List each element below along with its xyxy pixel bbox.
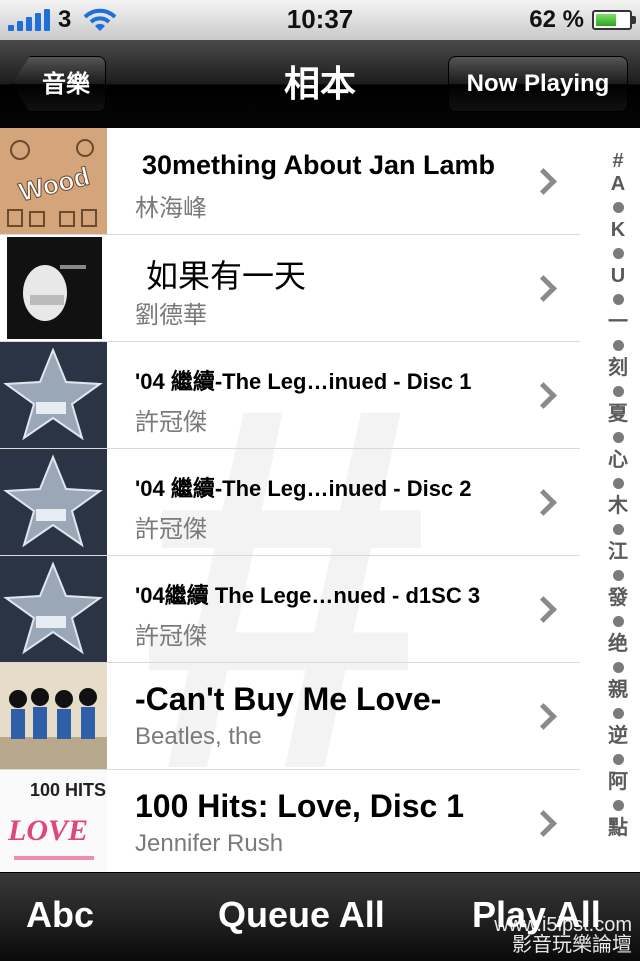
index-letter[interactable]: K [611, 219, 625, 242]
chevron-right-icon [534, 701, 552, 731]
album-art: 100 HITS LOVE [0, 770, 107, 872]
album-title: -Can't Buy Me Love- [135, 681, 442, 717]
index-letter[interactable]: 夏 [608, 403, 628, 426]
list-item[interactable]: 100 HITS LOVE 100 Hits: Love, Disc 1 Jen… [0, 770, 580, 872]
album-artist: 許冠傑 [135, 623, 207, 650]
index-separator-dot[interactable] [612, 754, 624, 765]
list-item[interactable]: Wood 30mething About Jan Lamb 林海峰 [0, 128, 580, 235]
album-art [0, 449, 107, 555]
index-letter[interactable]: 親 [608, 679, 628, 702]
list-item[interactable]: -Can't Buy Me Love- Beatles, the [0, 663, 580, 770]
album-artist: Beatles, the [135, 723, 262, 750]
index-letter[interactable]: 點 [608, 817, 628, 840]
index-separator-dot[interactable] [612, 800, 624, 811]
list-item[interactable]: '04 繼續-The Leg…inued - Disc 2 許冠傑 [0, 449, 580, 556]
album-art [0, 342, 107, 448]
index-letter[interactable]: 發 [608, 587, 628, 610]
album-artist: 林海峰 [135, 195, 207, 222]
album-list[interactable]: # Wood 30mething About Jan Lamb 林海峰 如果有一… [0, 128, 640, 872]
index-separator-dot[interactable] [612, 432, 624, 443]
abc-button[interactable]: Abc [26, 873, 94, 957]
chevron-right-icon [534, 594, 552, 624]
album-title: '04 繼續-The Leg…inued - Disc 1 [135, 369, 472, 394]
album-art [0, 663, 107, 769]
index-letter[interactable]: 刻 [608, 357, 628, 380]
section-index[interactable]: # A K U 一刻夏心木江發绝親逆阿點 [596, 150, 640, 840]
index-separator-dot[interactable] [612, 708, 624, 719]
index-separator-dot[interactable] [612, 294, 624, 305]
album-title: '04 繼續-The Leg…inued - Disc 2 [135, 476, 472, 501]
index-separator-dot[interactable] [612, 524, 624, 535]
index-separator-dot[interactable] [612, 616, 624, 627]
index-separator-dot[interactable] [612, 202, 624, 213]
list-item[interactable]: 如果有一天 劉德華 [0, 235, 580, 342]
index-letter[interactable]: U [611, 265, 625, 288]
now-playing-button[interactable]: Now Playing [448, 56, 628, 112]
album-title: 30mething About Jan Lamb [142, 150, 496, 180]
album-art [0, 235, 107, 341]
status-bar: 3 10:37 62 % [0, 0, 640, 40]
chevron-right-icon [534, 380, 552, 410]
queue-all-button[interactable]: Queue All [218, 873, 385, 957]
site-watermark: www.i5ipst.com 影音玩樂論壇 [494, 914, 632, 956]
battery-percent: 62 % [529, 6, 584, 33]
chevron-right-icon [534, 166, 552, 196]
index-letter[interactable]: 阿 [608, 771, 628, 794]
album-art [0, 556, 107, 662]
bottom-toolbar: Abc Queue All Play All www.i5ipst.com 影音… [0, 872, 640, 961]
chevron-right-icon [534, 487, 552, 517]
list-item[interactable]: '04 繼續-The Leg…inued - Disc 1 許冠傑 [0, 342, 580, 449]
album-artist: 許冠傑 [135, 516, 207, 543]
navigation-bar: 音樂 相本 Now Playing [0, 40, 640, 129]
album-artist: Jennifer Rush [135, 830, 284, 857]
album-title: 100 Hits: Love, Disc 1 [135, 788, 465, 824]
svg-text:100 HITS: 100 HITS [30, 780, 106, 800]
list-item[interactable]: '04繼續 The Lege…nued - d1SC 3 許冠傑 [0, 556, 580, 663]
index-letter[interactable]: 绝 [608, 633, 628, 656]
chevron-right-icon [534, 808, 552, 838]
battery-icon [592, 10, 636, 30]
index-letter[interactable]: 一 [608, 311, 628, 334]
index-separator-dot[interactable] [612, 478, 624, 489]
index-separator-dot[interactable] [612, 662, 624, 673]
index-separator-dot[interactable] [612, 570, 624, 581]
album-artist: 許冠傑 [135, 409, 207, 436]
index-letter[interactable]: 江 [608, 541, 628, 564]
album-title: '04繼續 The Lege…nued - d1SC 3 [135, 583, 481, 608]
index-letter[interactable]: 逆 [608, 725, 628, 748]
index-letter[interactable]: A [611, 173, 625, 196]
index-separator-dot[interactable] [612, 386, 624, 397]
index-separator-dot[interactable] [612, 340, 624, 351]
index-letter[interactable]: # [612, 150, 623, 173]
index-letter[interactable]: 心 [608, 449, 628, 472]
index-letter[interactable]: 木 [608, 495, 628, 518]
album-art: Wood [0, 128, 107, 234]
album-title: 如果有一天 [146, 258, 307, 294]
album-artist: 劉德華 [135, 302, 207, 329]
svg-text:LOVE: LOVE [7, 814, 88, 847]
index-separator-dot[interactable] [612, 248, 624, 259]
chevron-right-icon [534, 273, 552, 303]
